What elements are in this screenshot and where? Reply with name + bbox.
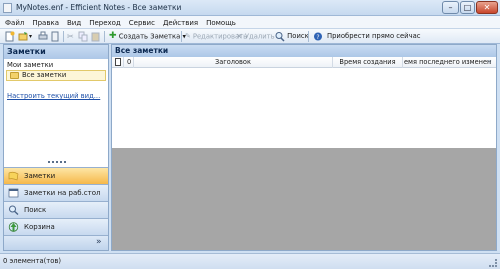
notes-list[interactable] [112, 68, 496, 148]
status-text: 0 элемента(тов) [3, 257, 62, 265]
close-button[interactable]: ✕ [476, 1, 498, 14]
splitter-grip[interactable] [48, 161, 66, 163]
menu-help[interactable]: Помощь [202, 16, 240, 28]
status-bar: 0 элемента(тов) [0, 253, 500, 269]
menu-view[interactable]: Вид [63, 16, 85, 28]
nav-footer: » [4, 235, 108, 250]
left-nav-pane: Заметки Мои заметки Все заметки Настроит… [3, 44, 109, 251]
minimize-button[interactable]: – [442, 1, 459, 14]
menu-file[interactable]: Файл [0, 16, 28, 28]
nav-label-desktop-notes: Заметки на раб.стол [24, 189, 101, 197]
all-notes-label: Все заметки [22, 71, 67, 79]
desktop-notes-icon [8, 188, 19, 198]
help-icon[interactable]: ? [313, 30, 323, 43]
main-pane: Все заметки 0 Заголовок Время создания е… [111, 44, 497, 251]
delete-icon: ✕ [236, 32, 243, 41]
notes-icon [8, 171, 19, 181]
open-icon[interactable] [18, 30, 28, 43]
search-button[interactable]: Поиск [275, 30, 309, 43]
column-created[interactable]: Время создания [333, 57, 403, 68]
preview-pane [112, 148, 496, 250]
nav-button-desktop-notes[interactable]: Заметки на раб.стол [4, 184, 108, 201]
cut-icon[interactable]: ✂ [67, 30, 74, 43]
resize-grip[interactable] [489, 259, 497, 267]
folder-icon [10, 72, 19, 79]
delete-label: Удалить [244, 32, 275, 41]
toolbar-separator [104, 31, 105, 42]
create-note-label: Создать Заметка [118, 32, 181, 41]
copy-icon[interactable] [78, 30, 88, 43]
chevron-right-double-icon[interactable]: » [96, 237, 102, 247]
column-title[interactable]: Заголовок [134, 57, 333, 68]
nav-button-recycle-bin[interactable]: Корзина [4, 218, 108, 235]
nav-label-search: Поиск [24, 206, 47, 214]
menu-go[interactable]: Переход [85, 16, 125, 28]
toolbar-separator [308, 31, 309, 42]
nav-label-notes: Заметки [24, 172, 56, 180]
menu-bar: Файл Правка Вид Переход Сервис Действия Помощь [0, 16, 500, 29]
column-note-type-icon[interactable] [112, 57, 124, 68]
new-note-icon[interactable] [5, 30, 15, 43]
menu-tools[interactable]: Сервис [125, 16, 159, 28]
edit-icon: ✎ [185, 32, 191, 40]
buy-now-button[interactable]: Приобрести прямо сейчас [327, 30, 421, 43]
filter-icon[interactable]: ▿ [488, 57, 491, 67]
pane-header-all-notes: Все заметки [112, 45, 496, 57]
export-icon[interactable] [50, 30, 60, 43]
pane-header-notes: Заметки [4, 45, 108, 59]
my-notes-group-label: Мои заметки [7, 61, 54, 69]
column-modified-label: емя последнего изменен [404, 58, 492, 66]
paste-icon[interactable] [91, 30, 101, 43]
window-title: MyNotes.enf - Efficient Notes - Все заме… [16, 3, 182, 12]
title-bar: MyNotes.enf - Efficient Notes - Все заме… [0, 0, 500, 16]
column-header-row: 0 Заголовок Время создания емя последнег… [112, 57, 496, 68]
print-icon[interactable] [38, 30, 48, 43]
toolbar: ▾ ✂ ✚ Создать Заметка ▾ ✎ Редактировать … [0, 29, 500, 44]
create-note-button[interactable]: ✚ Создать Заметка ▾ [109, 30, 186, 43]
menu-actions[interactable]: Действия [159, 16, 202, 28]
delete-button[interactable]: ✕ Удалить [236, 30, 275, 43]
customize-view-link[interactable]: Настроить текущий вид... [7, 92, 100, 100]
maximize-button[interactable]: □ [460, 1, 475, 14]
menu-edit[interactable]: Правка [28, 16, 63, 28]
toolbar-separator [181, 31, 182, 42]
plus-icon: ✚ [109, 31, 117, 41]
recycle-bin-icon [8, 222, 19, 232]
nav-label-recycle-bin: Корзина [24, 223, 55, 231]
nav-button-notes[interactable]: Заметки [4, 167, 108, 184]
search-label: Поиск [287, 32, 309, 40]
column-attachment[interactable]: 0 [124, 57, 134, 68]
column-modified[interactable]: емя последнего изменен ▿ [403, 57, 496, 68]
app-icon [3, 3, 12, 13]
tree-item-all-notes[interactable]: Все заметки [6, 70, 106, 81]
open-dropdown-icon[interactable]: ▾ [29, 30, 32, 43]
search-icon [9, 205, 19, 215]
magnifier-icon [275, 31, 285, 42]
nav-button-search[interactable]: Поиск [4, 201, 108, 218]
toolbar-separator [63, 31, 64, 42]
svg-text:?: ? [316, 34, 319, 41]
